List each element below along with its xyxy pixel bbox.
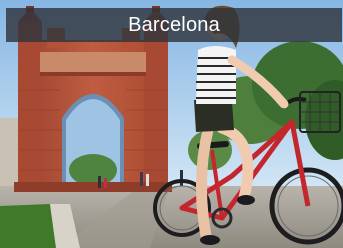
city-title: Barcelona xyxy=(128,14,220,36)
grass xyxy=(0,204,56,248)
title-banner: Barcelona xyxy=(6,8,342,42)
building xyxy=(0,118,20,188)
city-card[interactable]: Barcelona xyxy=(0,0,343,248)
